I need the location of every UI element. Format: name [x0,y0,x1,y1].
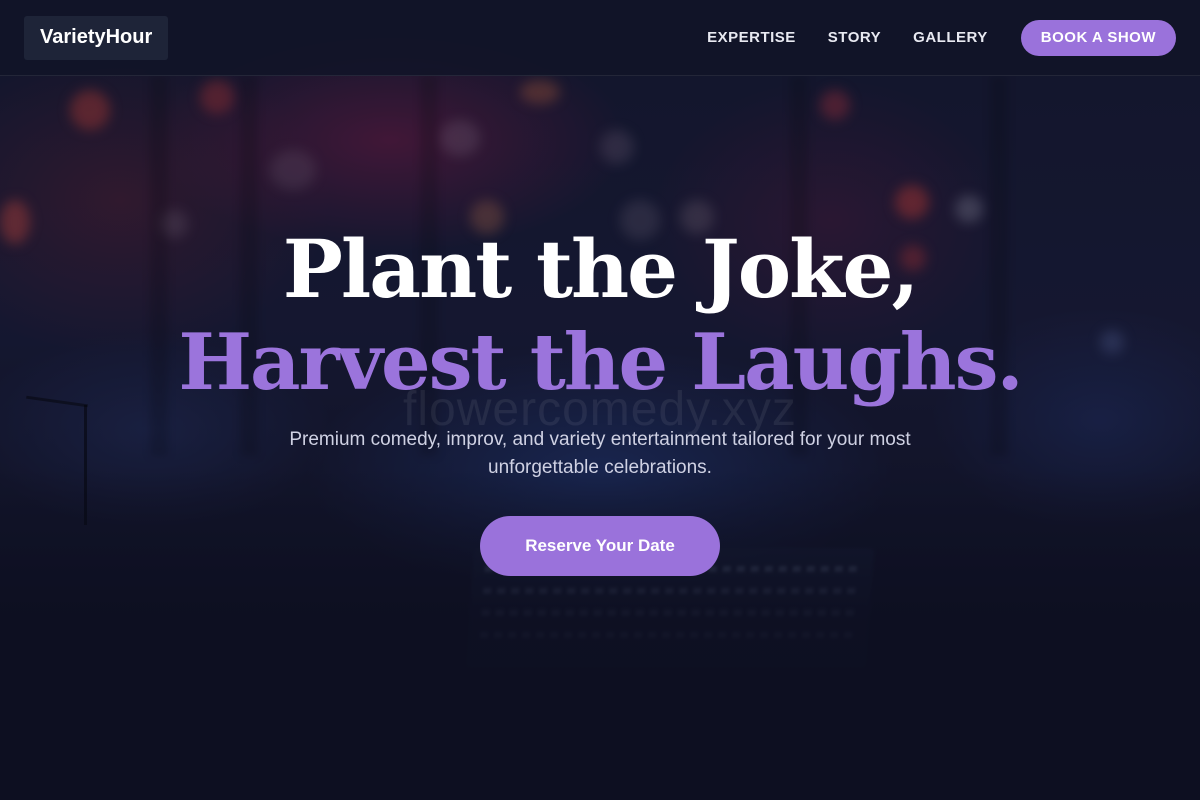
book-a-show-button[interactable]: BOOK A SHOW [1020,19,1176,56]
site-header: VarietyHour EXPERTISE STORY GALLERY BOOK… [0,0,1200,76]
reserve-date-button[interactable]: Reserve Your Date [480,516,720,576]
headline-line-2: Harvest the Laughs. [178,317,1023,408]
hero-subtitle: Premium comedy, improv, and variety ente… [289,429,911,478]
brand-logo[interactable]: VarietyHour [24,15,169,60]
landing-page: flowercomedy.xyz VarietyHour EXPERTISE S… [0,0,1200,800]
headline-line-1: Plant the Joke, [282,222,920,316]
nav-link-story[interactable]: STORY [828,29,881,46]
hero-section: Plant the Joke, Harvest the Laughs. Prem… [0,222,1200,576]
nav-link-expertise[interactable]: EXPERTISE [707,29,796,46]
hero-headline: Plant the Joke, Harvest the Laughs. [0,222,1200,410]
main-nav: EXPERTISE STORY GALLERY BOOK A SHOW [675,19,1176,56]
nav-link-gallery[interactable]: GALLERY [913,29,988,46]
